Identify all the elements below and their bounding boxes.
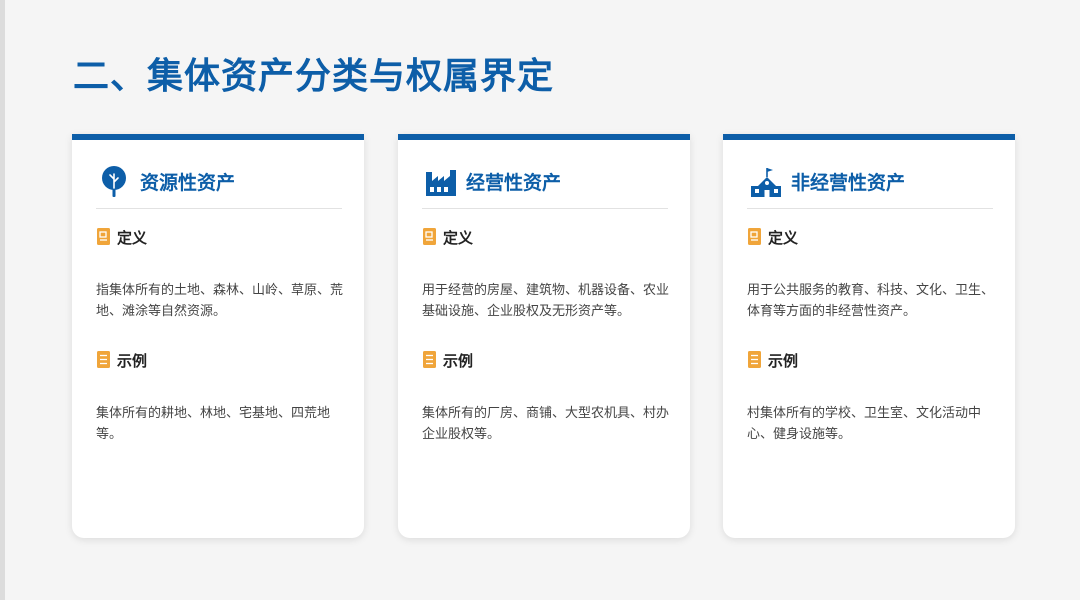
- card-title: 资源性资产: [140, 172, 236, 194]
- document-icon: [423, 228, 436, 245]
- school-icon: [750, 166, 782, 198]
- example-text: 集体所有的厂房、商铺、大型农机具、村办企业股权等。: [422, 406, 670, 442]
- tree-icon: [99, 166, 131, 198]
- page-title: 二、集体资产分类与权属界定: [73, 56, 555, 97]
- example-label: 示例: [443, 352, 474, 370]
- example-text: 集体所有的耕地、林地、宅基地、四荒地等。: [96, 406, 331, 442]
- definition-text: 用于经营的房屋、建筑物、机器设备、农业基础设施、企业股权及无形资产等。: [422, 283, 670, 319]
- card-title: 非经营性资产: [791, 172, 906, 194]
- definition-label: 定义: [117, 229, 148, 247]
- definition-label: 定义: [443, 229, 474, 247]
- list-icon: [748, 351, 761, 368]
- card-title: 经营性资产: [466, 172, 562, 194]
- definition-label: 定义: [768, 229, 799, 247]
- definition-text: 用于公共服务的教育、科技、文化、卫生、体育等方面的非经营性资产。: [747, 283, 995, 319]
- card-header: 经营性资产: [422, 166, 668, 209]
- card-operating-assets: 经营性资产 定义 用于经营的房屋、建筑物、机器设备、农业基础设施、企业股权及无形…: [398, 134, 690, 538]
- document-icon: [748, 228, 761, 245]
- document-icon: [97, 228, 110, 245]
- example-label: 示例: [117, 352, 148, 370]
- example-text: 村集体所有的学校、卫生室、文化活动中心、健身设施等。: [747, 406, 982, 442]
- list-icon: [423, 351, 436, 368]
- left-edge-strip: [0, 0, 5, 600]
- card-resource-assets: 资源性资产 定义 指集体所有的土地、森林、山岭、草原、荒地、滩涂等自然资源。 示…: [72, 134, 364, 538]
- example-label: 示例: [768, 352, 799, 370]
- list-icon: [97, 351, 110, 368]
- definition-text: 指集体所有的土地、森林、山岭、草原、荒地、滩涂等自然资源。: [96, 283, 344, 319]
- card-non-operating-assets: 非经营性资产 定义 用于公共服务的教育、科技、文化、卫生、体育等方面的非经营性资…: [723, 134, 1015, 538]
- card-header: 非经营性资产: [747, 166, 993, 209]
- factory-icon: [425, 166, 457, 198]
- card-header: 资源性资产: [96, 166, 342, 209]
- asset-category-cards: 资源性资产 定义 指集体所有的土地、森林、山岭、草原、荒地、滩涂等自然资源。 示…: [72, 134, 1015, 538]
